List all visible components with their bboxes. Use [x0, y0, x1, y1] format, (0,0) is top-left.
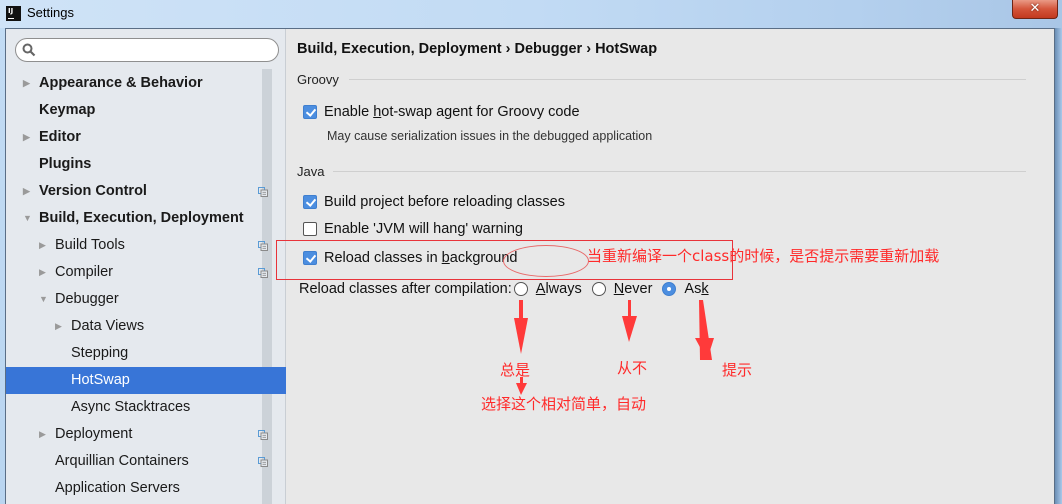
annotation-arrows: [514, 300, 714, 395]
arrow-to-ask-note: [695, 300, 714, 360]
arrow-to-choice-note: [516, 377, 527, 395]
arrow-to-always-note: [514, 300, 528, 354]
settings-window: IJ Settings ✕ ▶ Appearance & Behavior Keym…: [0, 0, 1062, 504]
arrow-to-never-note: [622, 300, 637, 342]
